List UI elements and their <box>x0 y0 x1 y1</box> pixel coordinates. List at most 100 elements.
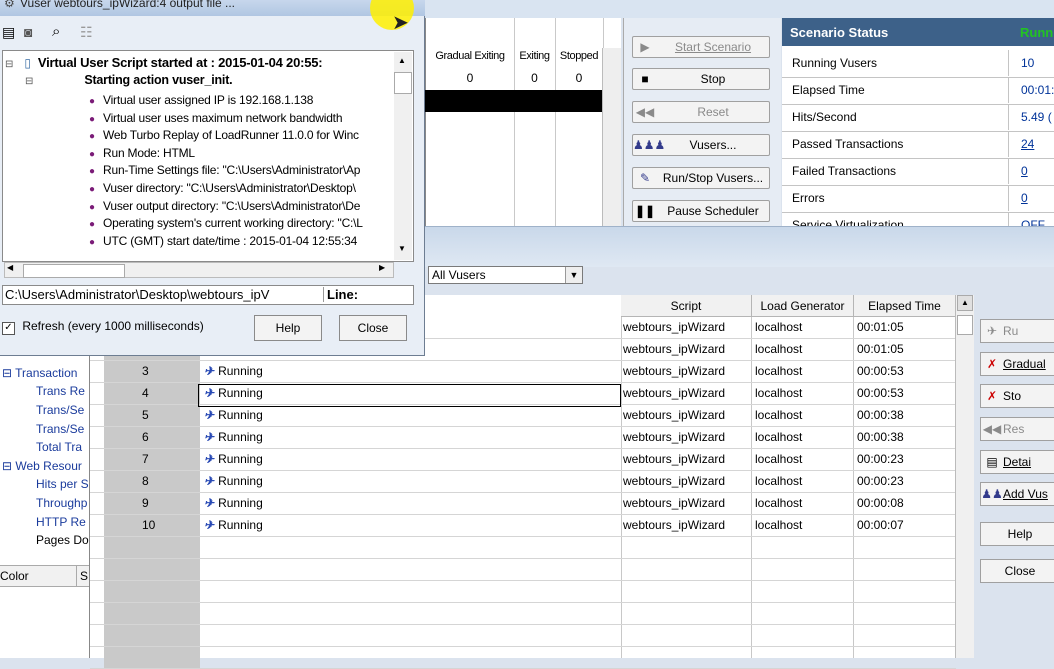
tree-node-throughput[interactable]: Throughp <box>36 496 87 510</box>
log-action[interactable]: ⊟ Starting action vuser_init. <box>25 73 233 87</box>
stop-button[interactable]: ■ Stop <box>632 68 770 90</box>
log-entry-icon: ● <box>89 148 95 160</box>
vuser-filter-select[interactable]: All Vusers ▼ <box>428 266 583 284</box>
row-header[interactable] <box>104 361 200 382</box>
run-label: Ru <box>1003 324 1019 338</box>
add-vusers-button[interactable]: ♟♟Add Vus <box>980 482 1054 506</box>
row-header[interactable] <box>104 471 200 492</box>
table-row[interactable]: 7 ✈ Running webtours_ipWizard localhost 00:00… <box>90 449 956 471</box>
log-entry-icon: ● <box>89 201 95 213</box>
col-header-elapsed-time[interactable]: Elapsed Time <box>854 295 956 317</box>
tree-node-total-trans[interactable]: Total Tra <box>36 440 82 454</box>
passed-transactions-link[interactable]: 24 <box>1008 131 1054 157</box>
tree-node-trans-response[interactable]: Trans Re <box>36 384 85 398</box>
camera-icon[interactable]: ◙ <box>24 24 32 40</box>
stop-vusers-button[interactable]: ✗ Sto <box>980 384 1054 408</box>
collapse-icon[interactable]: ⊟ <box>5 59 13 70</box>
errors-link[interactable]: 0 <box>1008 185 1054 211</box>
grp-selected-row[interactable] <box>425 90 602 112</box>
tree-node-web-resources[interactable]: ⊟ Web Resour <box>2 459 82 473</box>
reset-button[interactable]: ◀◀ Reset <box>632 101 770 123</box>
scroll-right-icon[interactable]: ▶ <box>379 263 385 272</box>
tree-node-transaction[interactable]: ⊟ Transaction <box>2 366 77 380</box>
reset-vusers-button[interactable]: ◀◀ Res <box>980 417 1054 441</box>
log-line[interactable]: ● Web Turbo Replay of LoadRunner 11.0.0 f… <box>89 128 359 142</box>
col-header-scale[interactable]: S <box>76 566 88 586</box>
empty-row <box>90 581 956 603</box>
dialog-titlebar[interactable]: ⚙ Vuser webtours_ipWizard:4 output file … <box>0 0 425 16</box>
row-header[interactable] <box>104 449 200 470</box>
empty-row <box>90 537 956 559</box>
log-line[interactable]: ● UTC (GMT) start date/time : 2015-01-04 … <box>89 234 357 248</box>
col-header-load-generator[interactable]: Load Generator <box>752 295 854 317</box>
table-row[interactable]: 8 ✈ Running webtours_ipWizard localhost 00:00… <box>90 471 956 493</box>
log-line[interactable]: ● Vuser directory: "C:\Users\Administrato… <box>89 181 356 195</box>
tree-view-icon[interactable]: ☷ <box>80 24 93 41</box>
close-button[interactable]: Close <box>980 559 1054 583</box>
scroll-down-icon[interactable]: ▼ <box>394 244 410 256</box>
log-root[interactable]: ⊟ ▯ Virtual User Script started at : 201… <box>5 55 323 70</box>
scroll-up-icon[interactable]: ▲ <box>957 295 973 311</box>
log-line[interactable]: ● Virtual user assigned IP is 192.168.1.1… <box>89 93 313 107</box>
help-button[interactable]: Help <box>980 522 1054 546</box>
groups-scrollbar[interactable] <box>602 48 621 226</box>
collapse-icon[interactable]: ⊟ <box>25 76 33 87</box>
vuser-id: 8 <box>142 474 149 488</box>
grid-scrollbar[interactable]: ▲ <box>955 295 974 658</box>
pause-scheduler-button[interactable]: ❚❚ Pause Scheduler <box>632 200 770 222</box>
row-header[interactable] <box>104 493 200 514</box>
refresh-checkbox[interactable]: ✓ Refresh (every 1000 milliseconds) <box>2 319 204 335</box>
vuser-status: ✈Running <box>204 430 263 444</box>
scroll-thumb[interactable] <box>23 264 125 278</box>
vuser-load-generator: localhost <box>755 496 803 510</box>
log-line[interactable]: ● Operating system's current working dire… <box>89 216 363 230</box>
gradual-stop-button[interactable]: ✗ Gradual <box>980 352 1054 376</box>
vusers-button[interactable]: ♟♟♟ Vusers... <box>632 134 770 156</box>
table-row[interactable]: 9 ✈ Running webtours_ipWizard localhost 00:00… <box>90 493 956 515</box>
col-header-color[interactable]: Color <box>0 569 29 583</box>
tree-node-pages-downloaded[interactable]: Pages Do <box>36 533 89 547</box>
row-header[interactable] <box>104 405 200 426</box>
tree-node-hits-per-second[interactable]: Hits per S <box>36 477 89 491</box>
row-header[interactable] <box>104 427 200 448</box>
row-header[interactable] <box>104 383 200 404</box>
run-stop-vusers-button[interactable]: ✎ Run/Stop Vusers... <box>632 167 770 189</box>
log-line[interactable]: ● Run Mode: HTML <box>89 146 195 160</box>
scroll-thumb[interactable] <box>394 72 412 94</box>
start-scenario-button[interactable]: ▶ Start Scenario <box>632 36 770 58</box>
run-icon: ✈ <box>986 324 998 338</box>
vuser-script: webtours_ipWizard <box>623 386 726 400</box>
details-view-icon[interactable]: ▤ <box>2 24 15 41</box>
scenario-control-panel: ▶ Start Scenario ■ Stop ◀◀ Reset ♟♟♟ Vus… <box>623 18 781 226</box>
tree-node-trans-sec-failed[interactable]: Trans/Se <box>36 422 84 436</box>
log-line[interactable]: ● Vuser output directory: "C:\Users\Admin… <box>89 199 360 213</box>
log-line[interactable]: ● Run-Time Settings file: "C:\Users\Admin… <box>89 163 360 177</box>
log-line[interactable]: ● Virtual user uses maximum network bandw… <box>89 111 342 125</box>
log-path-field[interactable]: C:\Users\Administrator\Desktop\webtours_… <box>2 285 414 305</box>
tree-node-http-responses[interactable]: HTTP Re <box>36 515 86 529</box>
chevron-down-icon[interactable]: ▼ <box>565 267 582 283</box>
table-row[interactable]: 3 ✈ Running webtours_ipWizard localhost 00:00… <box>90 361 956 383</box>
scroll-thumb[interactable] <box>957 315 973 335</box>
check-icon[interactable]: ✓ <box>2 322 15 335</box>
tree-node-trans-sec-passed[interactable]: Trans/Se <box>36 403 84 417</box>
scroll-left-icon[interactable]: ◀ <box>7 263 13 272</box>
close-button[interactable]: Close <box>339 315 407 341</box>
log-scrollbar[interactable]: ▲ ▼ <box>394 52 412 260</box>
run-vusers-button[interactable]: ✈ Ru <box>980 319 1054 343</box>
table-row[interactable]: 6 ✈ Running webtours_ipWizard localhost 00:00… <box>90 427 956 449</box>
log-hscrollbar[interactable]: ◀ ▶ <box>4 262 394 278</box>
vuser-id: 5 <box>142 408 149 422</box>
log-line-text: Virtual user assigned IP is 192.168.1.13… <box>103 93 314 107</box>
help-button[interactable]: Help <box>254 315 322 341</box>
table-row[interactable]: 5 ✈ Running webtours_ipWizard localhost 00:00… <box>90 405 956 427</box>
details-button[interactable]: ▤ Detai <box>980 450 1054 474</box>
col-header-script[interactable]: Script <box>621 295 752 317</box>
failed-transactions-link[interactable]: 0 <box>1008 158 1054 184</box>
table-row[interactable]: 10 ✈ Running webtours_ipWizard localhost 00:0… <box>90 515 956 537</box>
scroll-up-icon[interactable]: ▲ <box>394 56 410 68</box>
dialog-title: Vuser webtours_ipWizard:4 output file ..… <box>20 0 235 10</box>
log-path: C:\Users\Administrator\Desktop\webtours_… <box>5 287 270 302</box>
vuser-script: webtours_ipWizard <box>623 320 726 334</box>
magnifier-icon[interactable]: ⌕ <box>52 23 60 40</box>
